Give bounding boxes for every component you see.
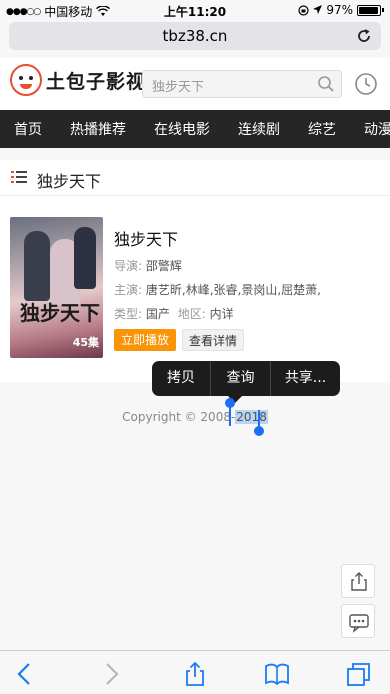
selection-start-handle[interactable]: [225, 398, 235, 426]
view-details-button[interactable]: 查看详情: [182, 329, 244, 351]
status-right: 97%: [298, 3, 384, 17]
region-label: 地区:: [177, 307, 206, 321]
clock-icon[interactable]: [354, 72, 378, 96]
address-bar[interactable]: tbz38.cn: [9, 22, 381, 50]
site-header: 土包子影视 独步天下: [0, 58, 390, 110]
menu-item-share[interactable]: 共享...: [270, 361, 340, 396]
logo-text: 土包子影视: [46, 70, 147, 93]
nav-item-hot[interactable]: 热播推荐: [56, 119, 140, 139]
orientation-lock-icon: [298, 4, 309, 16]
url-text: tbz38.cn: [162, 27, 228, 45]
back-icon[interactable]: [12, 661, 38, 687]
text-context-menu: 拷贝 查询 共享...: [152, 361, 340, 403]
search-input[interactable]: 独步天下: [142, 70, 342, 98]
poster-episodes: 45集: [72, 336, 99, 349]
section-title: 独步天下: [37, 172, 102, 191]
poster-figure: [74, 227, 96, 289]
book-icon[interactable]: [264, 661, 290, 687]
region-value[interactable]: 内详: [210, 307, 234, 321]
cast-label: 主演:: [114, 283, 143, 297]
floating-chat-button[interactable]: [341, 604, 375, 638]
tabs-icon[interactable]: [346, 661, 372, 687]
nav-item-anime[interactable]: 动漫: [350, 119, 390, 139]
movie-poster[interactable]: 独步天下 45集: [10, 217, 103, 358]
copyright-prefix: Copyright © 2008-: [122, 410, 236, 424]
director-value[interactable]: 邵警辉: [146, 259, 182, 273]
status-bar: ●●●○○ 中国移动 上午11:20 97%: [0, 0, 390, 20]
location-icon: [313, 5, 323, 14]
main-nav: 首页 热播推荐 在线电影 连续剧 综艺 动漫: [0, 110, 390, 148]
movie-title[interactable]: 独步天下: [114, 226, 178, 250]
poster-figure: [24, 231, 50, 301]
director-label: 导演:: [114, 259, 143, 273]
search-placeholder: 独步天下: [152, 80, 205, 95]
chat-icon: [349, 614, 369, 633]
nav-item-movies[interactable]: 在线电影: [140, 119, 224, 139]
battery-percent: 97%: [326, 3, 353, 17]
reload-icon[interactable]: [355, 27, 373, 45]
nav-item-home[interactable]: 首页: [0, 119, 56, 139]
copyright-text: Copyright © 2008-2018: [0, 410, 390, 424]
director-line: 导演: 邵警辉: [114, 257, 182, 274]
floating-share-button[interactable]: [341, 564, 375, 598]
browser-toolbar: [0, 650, 390, 694]
menu-item-lookup[interactable]: 查询: [210, 361, 270, 396]
menu-item-copy[interactable]: 拷贝: [152, 361, 210, 396]
list-icon: [11, 171, 27, 183]
copyright-year-selected[interactable]: 2018: [235, 410, 268, 424]
nav-item-variety[interactable]: 综艺: [294, 119, 350, 139]
selection-end-handle[interactable]: [254, 410, 264, 436]
battery-icon: [357, 4, 381, 16]
site-logo[interactable]: 土包子影视: [10, 64, 146, 96]
battery-tip: [382, 8, 384, 12]
type-value[interactable]: 国产: [146, 307, 170, 321]
movie-card: 独步天下 独步天下 45集 独步天下 导演: 邵警辉 主演: 唐艺昕,林峰,张睿…: [0, 160, 390, 382]
type-label: 类型:: [114, 307, 143, 321]
type-line: 类型: 国产 地区: 内详: [114, 305, 234, 322]
share-icon: [351, 572, 367, 591]
forward-icon[interactable]: [98, 661, 124, 687]
search-icon[interactable]: [317, 75, 335, 93]
share-icon[interactable]: [182, 661, 208, 687]
nav-item-series[interactable]: 连续剧: [224, 119, 294, 139]
section-header: 独步天下: [0, 160, 390, 196]
logo-mascot-icon: [10, 64, 42, 96]
cast-value[interactable]: 唐艺昕,林峰,张睿,景岗山,屈楚萧,: [146, 283, 321, 297]
play-now-button[interactable]: 立即播放: [114, 329, 176, 351]
cast-line: 主演: 唐艺昕,林峰,张睿,景岗山,屈楚萧,: [114, 281, 321, 298]
poster-calligraphy: 独步天下: [20, 301, 100, 325]
